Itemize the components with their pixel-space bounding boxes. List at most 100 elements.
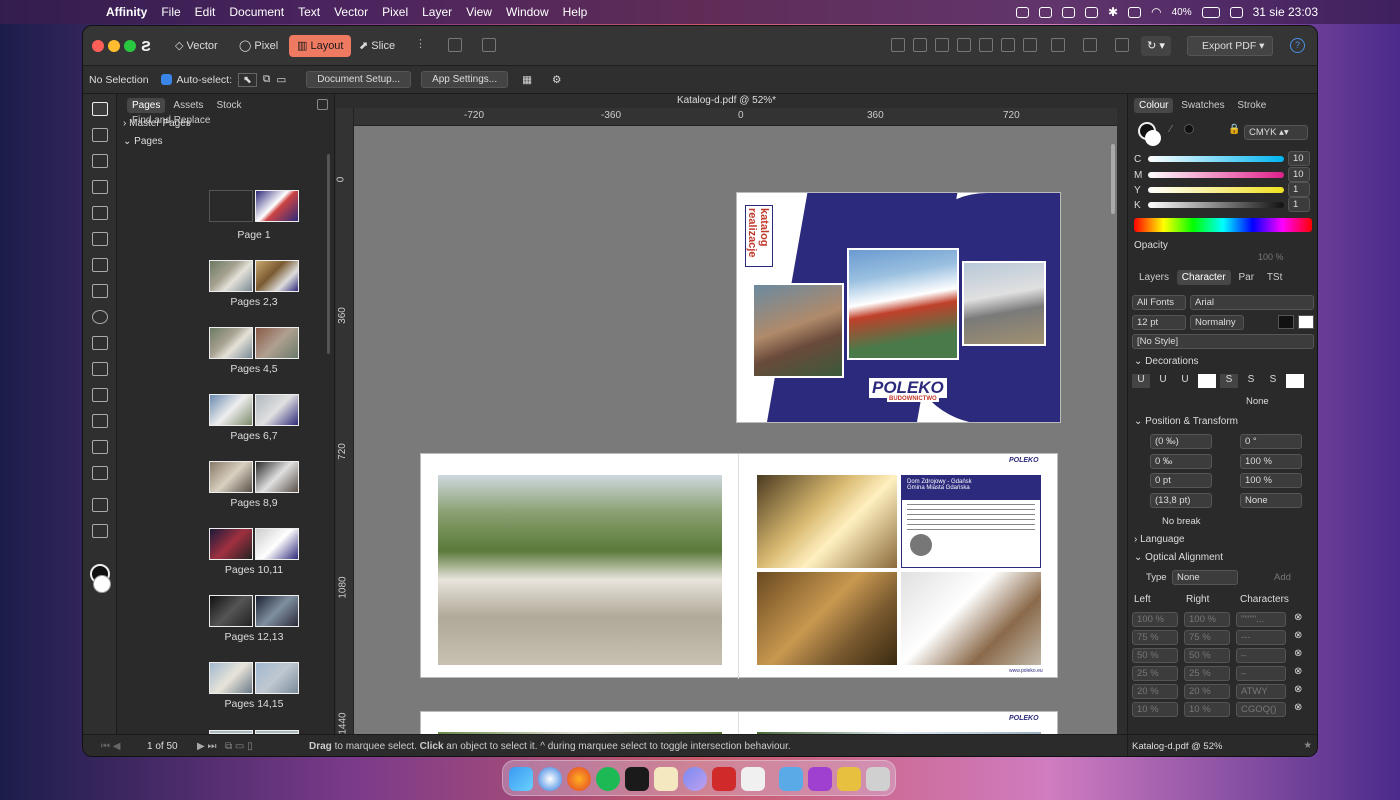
left-field[interactable]: 25 % bbox=[1132, 666, 1178, 681]
trash-icon[interactable] bbox=[866, 767, 890, 791]
y-value[interactable]: 1 bbox=[1288, 182, 1310, 197]
cover-photo-3[interactable] bbox=[962, 261, 1046, 346]
document-tab[interactable]: Katalog-d.pdf @ 52%* bbox=[336, 94, 1117, 108]
right-field[interactable]: 20 % bbox=[1184, 684, 1230, 699]
c-slider[interactable] bbox=[1148, 156, 1284, 162]
m-slider[interactable] bbox=[1148, 172, 1284, 178]
opacity-value[interactable]: 100 % bbox=[1258, 252, 1284, 262]
tab-stroke[interactable]: Stroke bbox=[1232, 98, 1271, 113]
spread-4-5[interactable]: POLEKO bbox=[420, 711, 1058, 734]
folder-icon[interactable] bbox=[779, 767, 803, 791]
shear-field[interactable]: 0 ° bbox=[1240, 434, 1302, 449]
none-swatch-icon[interactable] bbox=[1198, 374, 1216, 388]
document-setup-button[interactable]: Document Setup... bbox=[306, 71, 412, 88]
sync-icon[interactable] bbox=[1062, 6, 1076, 18]
align-center-icon[interactable] bbox=[913, 38, 927, 52]
tab-layers[interactable]: Layers bbox=[1134, 270, 1174, 285]
align-right-icon[interactable] bbox=[935, 38, 949, 52]
page-counter[interactable]: 1 of 50 bbox=[147, 741, 178, 752]
safari-icon[interactable] bbox=[538, 767, 562, 791]
align-top-icon[interactable] bbox=[957, 38, 971, 52]
y-slider[interactable] bbox=[1148, 187, 1284, 193]
artistic-text-tool-icon[interactable] bbox=[92, 206, 108, 220]
snapping-icon[interactable] bbox=[1051, 38, 1065, 52]
text-frame-tool-icon[interactable] bbox=[92, 154, 108, 168]
menu-pixel[interactable]: Pixel bbox=[382, 5, 408, 19]
picture-frame-tool-icon[interactable] bbox=[92, 284, 108, 298]
text-highlight-icon[interactable] bbox=[1298, 315, 1314, 329]
tab-stock[interactable]: Stock bbox=[212, 98, 247, 113]
move-tool-icon[interactable] bbox=[92, 102, 108, 116]
page3-photo-2[interactable] bbox=[757, 572, 897, 665]
spread-2-3[interactable]: Dom Zdrojowy - Gdańsk Gmina Miasta Gdańs… bbox=[420, 453, 1058, 679]
first-page-icon[interactable]: ⏮ ◀ bbox=[101, 741, 120, 752]
menu-help[interactable]: Help bbox=[563, 5, 588, 19]
transparency-tool-icon[interactable] bbox=[92, 440, 108, 454]
menu-window[interactable]: Window bbox=[506, 5, 549, 19]
close-button[interactable] bbox=[92, 40, 104, 52]
menu-text[interactable]: Text bbox=[298, 5, 320, 19]
affinity-logo-icon[interactable]: ƨ bbox=[141, 35, 151, 56]
settings-gear-icon[interactable]: ⚙ bbox=[552, 74, 561, 86]
page3-photo-3[interactable] bbox=[901, 572, 1041, 665]
leading-field[interactable]: (13,8 pt) bbox=[1150, 493, 1212, 508]
pages-panel-scrollbar[interactable] bbox=[327, 154, 330, 354]
pages-row[interactable]: ⌄ Pages bbox=[123, 136, 329, 152]
chars-field[interactable]: ATWY bbox=[1236, 684, 1286, 699]
menu-layer[interactable]: Layer bbox=[422, 5, 452, 19]
master-pages-row[interactable]: › Master Pages bbox=[123, 118, 329, 134]
document-canvas[interactable]: Katalog-d.pdf @ 52%* pt -720 -360 0 360 … bbox=[336, 94, 1117, 734]
next-page-icon[interactable]: ▶ ⏭ bbox=[197, 741, 216, 752]
help-icon[interactable]: ? bbox=[1290, 38, 1305, 53]
select-mode-icon[interactable]: ⬉ bbox=[238, 72, 257, 87]
align-middle-icon[interactable] bbox=[979, 38, 993, 52]
menu-vector[interactable]: Vector bbox=[334, 5, 368, 19]
stroke-colour-icon[interactable] bbox=[1145, 130, 1161, 146]
cover-photo-2[interactable] bbox=[847, 248, 959, 360]
assistant-button[interactable]: ↻ ▾ bbox=[1141, 36, 1171, 56]
folder-yellow-icon[interactable] bbox=[837, 767, 861, 791]
right-field[interactable]: 75 % bbox=[1184, 630, 1230, 645]
remove-icon[interactable]: ⊗ bbox=[1294, 612, 1302, 623]
canvas-vertical-scrollbar[interactable] bbox=[1111, 144, 1115, 214]
chars-field[interactable]: – bbox=[1236, 666, 1286, 681]
underline-style-icon[interactable]: U bbox=[1176, 374, 1194, 388]
display-icon[interactable] bbox=[1128, 6, 1142, 18]
kerning-field[interactable]: (0 ‰) bbox=[1150, 434, 1212, 449]
page2-main-photo[interactable] bbox=[438, 475, 722, 665]
left-field[interactable]: 20 % bbox=[1132, 684, 1178, 699]
text-colour-icon[interactable] bbox=[1278, 315, 1294, 329]
tab-character[interactable]: Character bbox=[1176, 270, 1231, 285]
underline-double-icon[interactable]: U bbox=[1154, 374, 1172, 388]
chars-field[interactable]: """"'... bbox=[1236, 612, 1286, 627]
left-field[interactable]: 100 % bbox=[1132, 612, 1178, 627]
persona-slice[interactable]: ⬈ Slice bbox=[351, 35, 403, 57]
tab-pages[interactable]: Pages bbox=[127, 98, 166, 113]
page-actions-icon[interactable]: ⧉ ▭ ▯ bbox=[225, 741, 253, 752]
left-field[interactable]: 75 % bbox=[1132, 630, 1178, 645]
tab-colour[interactable]: Colour bbox=[1134, 98, 1174, 113]
remove-icon[interactable]: ⊗ bbox=[1294, 630, 1302, 641]
airdrop-icon[interactable] bbox=[1085, 6, 1099, 18]
panel-menu-icon[interactable] bbox=[317, 99, 328, 110]
page3-photo-1[interactable] bbox=[757, 475, 897, 568]
baseline-field[interactable]: 0 pt bbox=[1150, 473, 1212, 488]
folder-purple-icon[interactable] bbox=[808, 767, 832, 791]
firefox-icon[interactable] bbox=[567, 767, 591, 791]
distribute-icon[interactable] bbox=[1023, 38, 1037, 52]
eyedropper-icon[interactable]: ⁄ bbox=[1170, 124, 1172, 135]
vector-crop-tool-icon[interactable] bbox=[92, 362, 108, 376]
select-layer-icon[interactable]: ▭ bbox=[276, 74, 286, 86]
star-icon[interactable]: ★ bbox=[1303, 740, 1312, 751]
menu-file[interactable]: File bbox=[161, 5, 180, 19]
control-center-icon[interactable] bbox=[1229, 6, 1243, 18]
remove-icon[interactable]: ⊗ bbox=[1294, 666, 1302, 677]
fill-tool-icon[interactable] bbox=[92, 414, 108, 428]
export-pdf-button[interactable]: Export PDF ▾ bbox=[1187, 36, 1273, 56]
chars-field[interactable]: --- bbox=[1236, 630, 1286, 645]
cover-photo-1[interactable] bbox=[752, 283, 844, 378]
menu-app[interactable]: Affinity bbox=[106, 5, 147, 19]
tab-assets[interactable]: Assets bbox=[168, 98, 208, 113]
tracking-field[interactable]: 0 ‰ bbox=[1150, 454, 1212, 469]
notes-icon[interactable] bbox=[654, 767, 678, 791]
